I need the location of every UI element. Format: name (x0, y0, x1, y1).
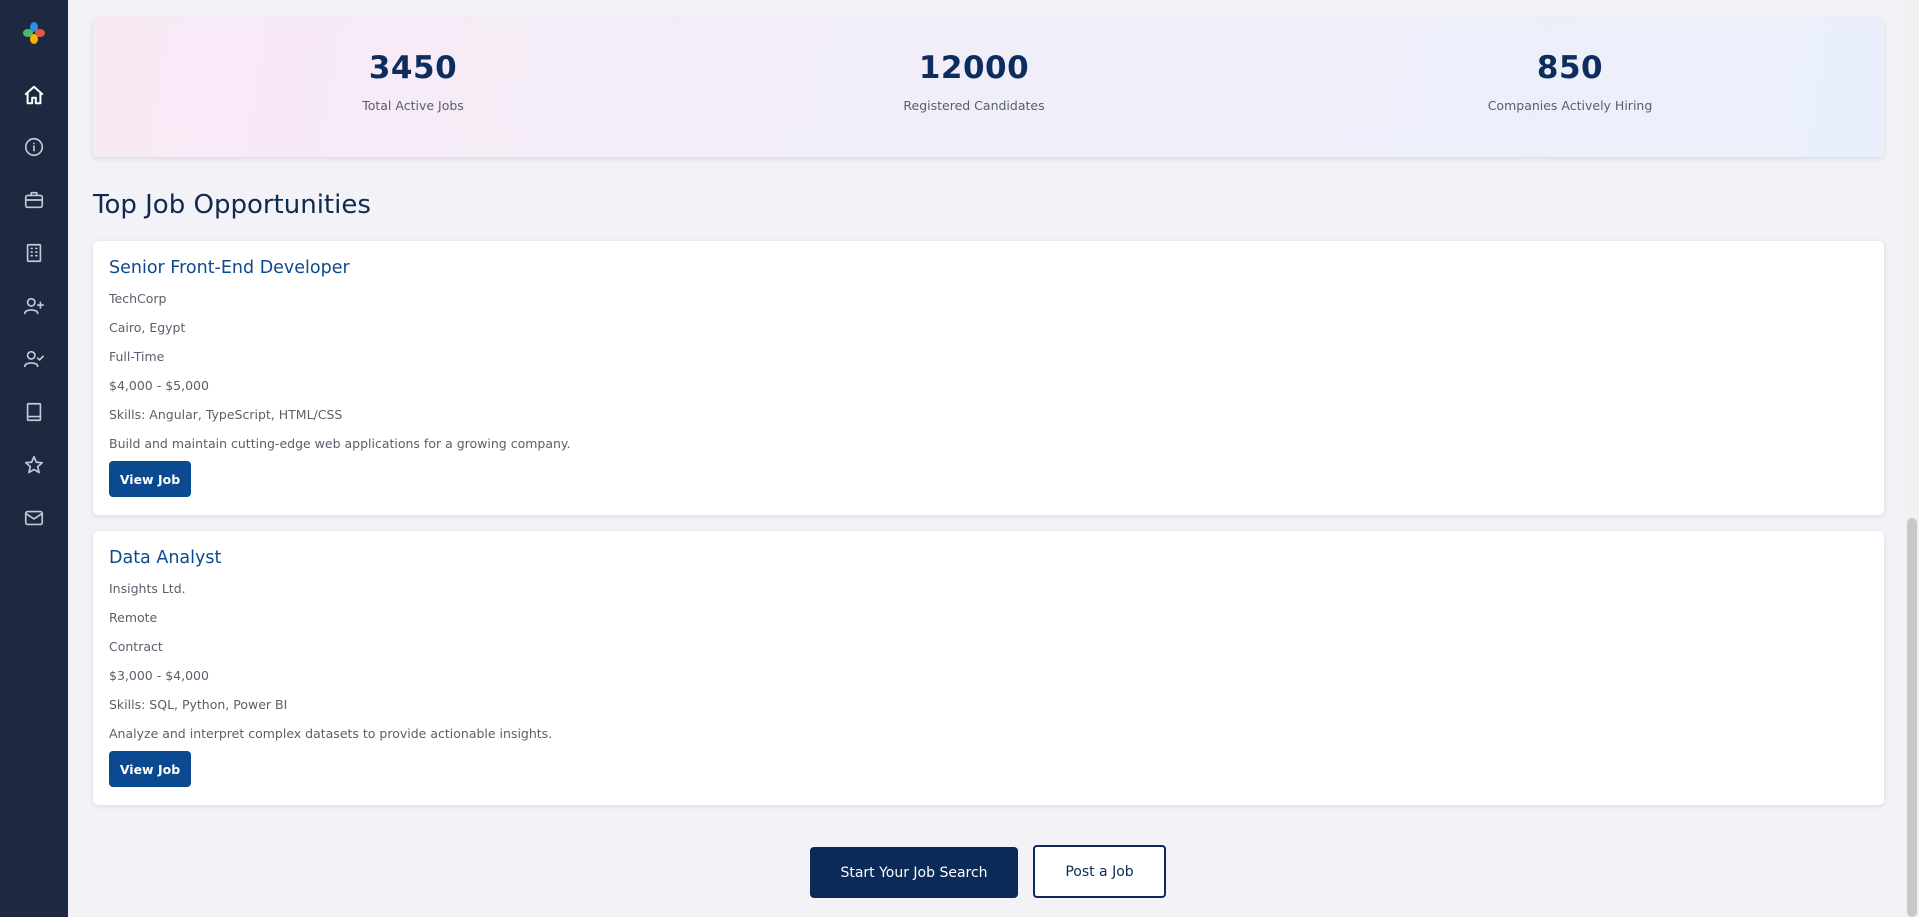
job-title[interactable]: Senior Front-End Developer (109, 258, 350, 278)
nav-favorites[interactable] (21, 452, 47, 478)
view-job-button[interactable]: View Job (109, 461, 191, 497)
home-icon (24, 85, 44, 105)
nav-resources[interactable] (21, 399, 47, 425)
job-card: Data Analyst Insights Ltd. Remote Contra… (93, 531, 1884, 805)
stat-label: Companies Actively Hiring (1487, 98, 1653, 113)
star-icon (24, 455, 44, 474)
job-salary: $4,000 - $5,000 (109, 378, 209, 393)
stat-value: 12000 (918, 50, 1030, 86)
job-card: Senior Front-End Developer TechCorp Cair… (93, 241, 1884, 515)
nav-register[interactable] (21, 293, 47, 319)
job-company: TechCorp (109, 291, 167, 306)
stat-companies: 850 Companies Actively Hiring (1420, 51, 1720, 113)
job-location: Remote (109, 610, 158, 625)
job-skills: Skills: Angular, TypeScript, HTML/CSS (109, 407, 343, 422)
job-skills: Skills: SQL, Python, Power BI (109, 697, 288, 712)
user-check-icon (24, 350, 44, 368)
briefcase-icon (24, 191, 44, 209)
mail-icon (24, 510, 44, 526)
nav-about[interactable] (21, 134, 47, 160)
job-description: Analyze and interpret complex datasets t… (109, 726, 553, 741)
post-job-button[interactable]: Post a Job (1033, 845, 1166, 898)
nav-companies[interactable] (21, 240, 47, 266)
stat-label: Total Active Jobs (362, 98, 464, 113)
stats-banner: 3450 Total Active Jobs 12000 Registered … (93, 17, 1884, 157)
stat-total-jobs: 3450 Total Active Jobs (263, 51, 563, 113)
app-logo[interactable] (22, 21, 46, 45)
nav-jobs[interactable] (21, 187, 47, 213)
nav-applications[interactable] (21, 346, 47, 372)
job-type: Full-Time (109, 349, 165, 364)
info-icon (24, 137, 44, 157)
job-description: Build and maintain cutting-edge web appl… (109, 436, 571, 451)
scrollbar[interactable] (1905, 0, 1919, 917)
user-plus-icon (24, 297, 44, 315)
job-title[interactable]: Data Analyst (109, 548, 221, 568)
job-salary: $3,000 - $4,000 (109, 668, 209, 683)
sidebar (0, 0, 68, 917)
job-type: Contract (109, 639, 163, 654)
view-job-button[interactable]: View Job (109, 751, 191, 787)
start-job-search-button[interactable]: Start Your Job Search (810, 847, 1018, 898)
stat-label: Registered Candidates (903, 98, 1045, 113)
scrollbar-thumb[interactable] (1907, 518, 1917, 917)
job-company: Insights Ltd. (109, 581, 186, 596)
nav-contact[interactable] (21, 505, 47, 531)
job-location: Cairo, Egypt (109, 320, 186, 335)
building-icon (26, 243, 42, 263)
stat-value: 3450 (368, 50, 458, 86)
section-title: Top Job Opportunities (93, 190, 371, 220)
book-icon (26, 402, 42, 422)
stat-value: 850 (1536, 50, 1604, 86)
main-content: 3450 Total Active Jobs 12000 Registered … (68, 0, 1919, 917)
nav-home[interactable] (21, 82, 47, 108)
stat-candidates: 12000 Registered Candidates (824, 51, 1124, 113)
